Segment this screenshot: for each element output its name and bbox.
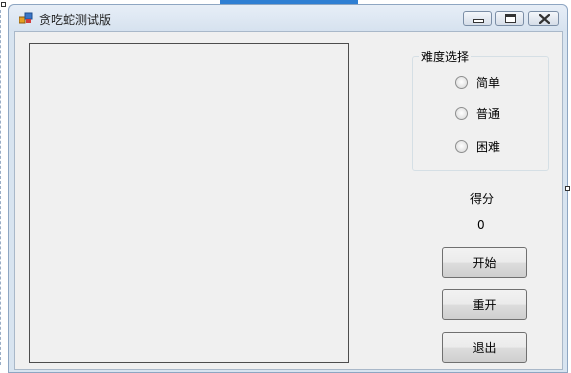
radio-button-icon[interactable] <box>455 139 468 153</box>
radio-button-icon[interactable] <box>455 75 468 89</box>
designer-selection-edge <box>0 10 4 365</box>
radio-easy-label: 简单 <box>476 75 501 90</box>
close-button[interactable] <box>528 11 559 26</box>
radio-button-icon[interactable] <box>455 106 468 120</box>
radio-hard-label: 困难 <box>476 139 501 154</box>
resize-handle[interactable] <box>565 186 570 191</box>
minimize-button[interactable] <box>463 11 492 26</box>
minimize-icon <box>473 19 484 23</box>
start-button[interactable]: 开始 <box>442 247 527 278</box>
radio-normal-label: 普通 <box>476 106 501 121</box>
radio-easy[interactable]: 简单 <box>455 74 500 90</box>
exit-button[interactable]: 退出 <box>442 332 527 363</box>
window-title: 贪吃蛇测试版 <box>39 13 112 27</box>
close-icon <box>539 14 550 24</box>
title-bar[interactable]: 贪吃蛇测试版 <box>9 5 567 31</box>
restart-button[interactable]: 重开 <box>442 289 527 320</box>
radio-hard[interactable]: 困难 <box>455 138 500 154</box>
score-label: 得分 <box>470 192 495 206</box>
maximize-icon <box>505 14 516 23</box>
difficulty-legend: 难度选择 <box>419 48 472 65</box>
radio-normal[interactable]: 普通 <box>455 105 500 121</box>
maximize-button[interactable] <box>495 11 524 26</box>
resize-handle[interactable] <box>1 2 6 7</box>
app-form-icon <box>19 12 33 24</box>
difficulty-groupbox: 难度选择 简单 普通 困难 <box>412 48 549 171</box>
form-client-area: 难度选择 简单 普通 困难 得分 0 开始 重开 退出 <box>14 31 563 370</box>
score-value: 0 <box>477 218 485 232</box>
form-window: 贪吃蛇测试版 难度选择 简单 普通 困难 得分 0 开始 重开 退出 <box>8 4 568 373</box>
game-board-panel[interactable] <box>29 43 349 363</box>
